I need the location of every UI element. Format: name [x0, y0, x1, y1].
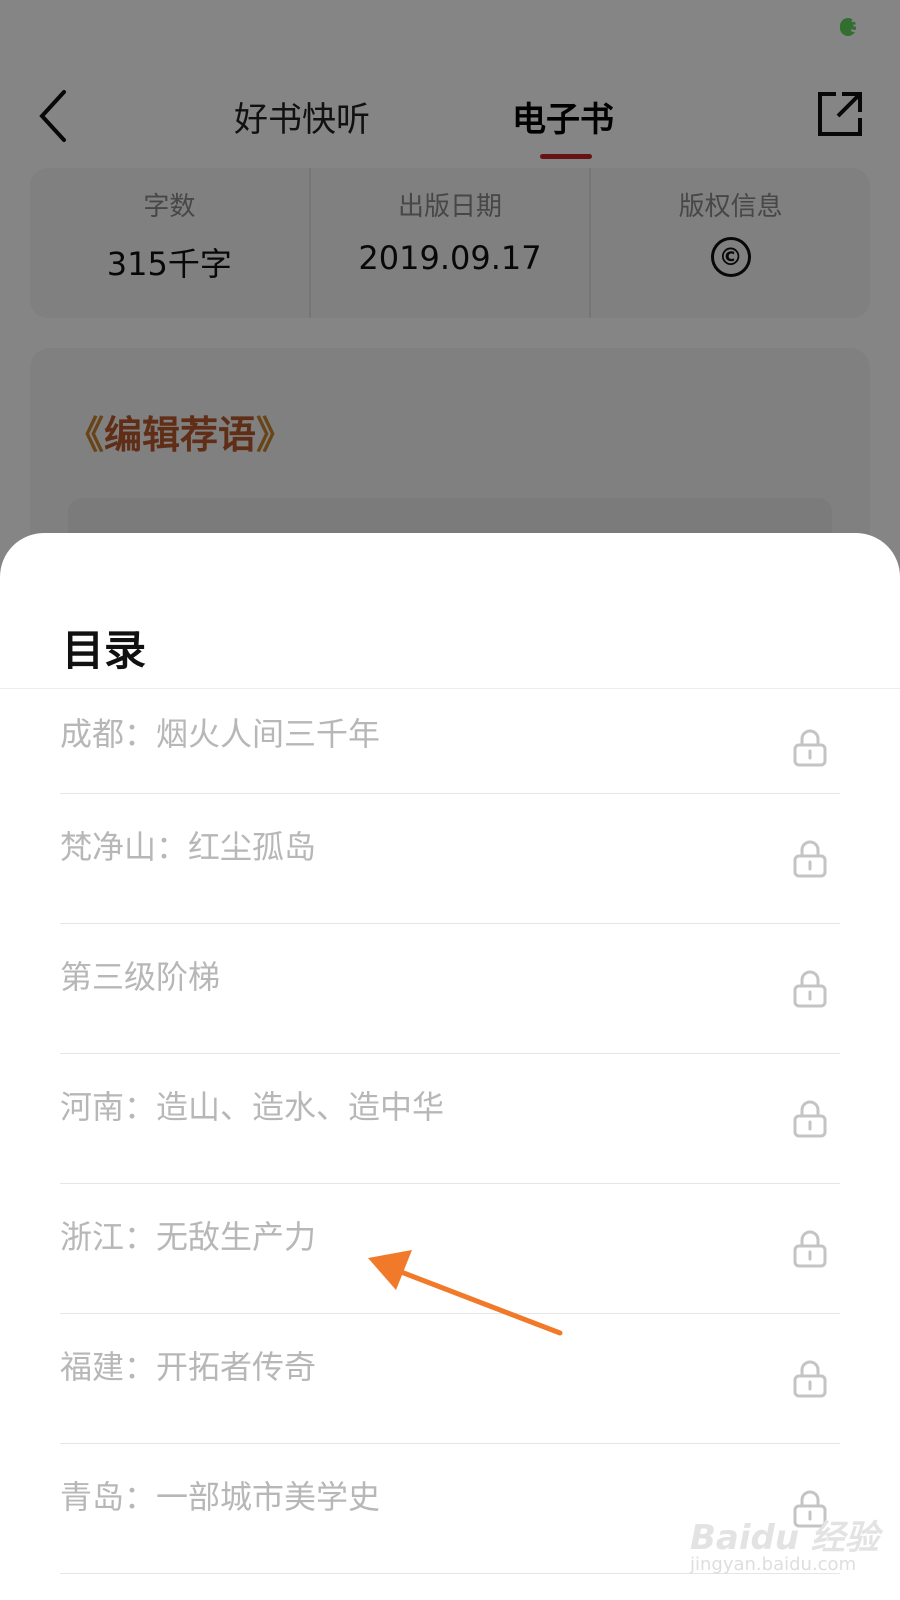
- toc-bottom-sheet: 目录 成都：烟火人间三千年 梵净山：红尘孤岛 第三级阶梯 河南：造山、造水、造中…: [0, 533, 900, 1600]
- toc-item-label: 第三级阶梯: [60, 958, 221, 996]
- watermark-brand: Baidu 经验: [690, 1518, 879, 1558]
- lock-icon: [793, 1230, 827, 1268]
- toc-item[interactable]: 第三级阶梯: [60, 924, 840, 1054]
- toc-item[interactable]: 福建：开拓者传奇: [60, 1314, 840, 1444]
- toc-item[interactable]: 成都：烟火人间三千年: [60, 689, 840, 794]
- toc-item[interactable]: 浙江：无敌生产力: [60, 1184, 840, 1314]
- toc-item-label: 河南：造山、造水、造中华: [60, 1088, 445, 1126]
- lock-icon: [793, 840, 827, 878]
- toc-title: 目录: [62, 626, 147, 675]
- lock-icon: [793, 1360, 827, 1398]
- toc-item-label: 福建：开拓者传奇: [60, 1348, 317, 1386]
- toc-item-label: 青岛：一部城市美学史: [60, 1478, 381, 1516]
- toc-list: 成都：烟火人间三千年 梵净山：红尘孤岛 第三级阶梯 河南：造山、造水、造中华 浙…: [0, 689, 900, 1574]
- toc-item[interactable]: 河南：造山、造水、造中华: [60, 1054, 840, 1184]
- watermark-url: jingyan.baidu.com: [690, 1554, 857, 1575]
- toc-item[interactable]: 梵净山：红尘孤岛: [60, 794, 840, 924]
- lock-icon: [793, 970, 827, 1008]
- toc-item-label: 浙江：无敌生产力: [60, 1218, 317, 1256]
- lock-icon: [793, 1100, 827, 1138]
- lock-icon: [793, 729, 827, 767]
- toc-item-label: 梵净山：红尘孤岛: [60, 828, 317, 866]
- toc-item-label: 成都：烟火人间三千年: [60, 715, 381, 753]
- baidu-watermark-logo: Baidu 经验: [690, 1510, 879, 1559]
